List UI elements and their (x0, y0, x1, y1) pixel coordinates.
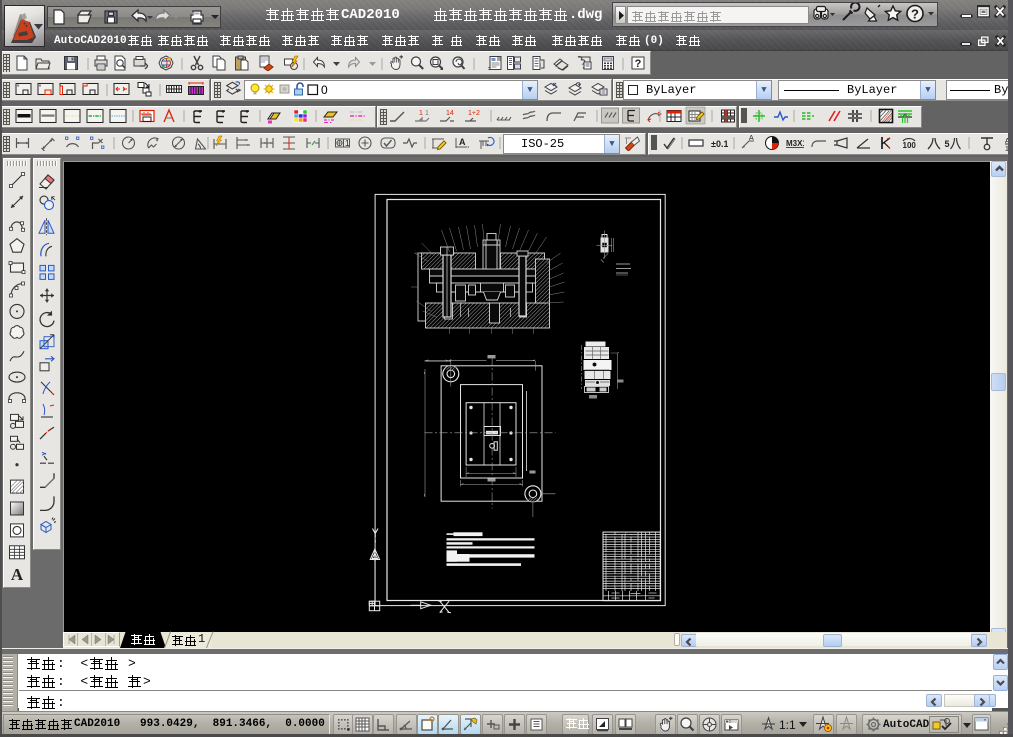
svg-text:?: ? (911, 7, 919, 22)
